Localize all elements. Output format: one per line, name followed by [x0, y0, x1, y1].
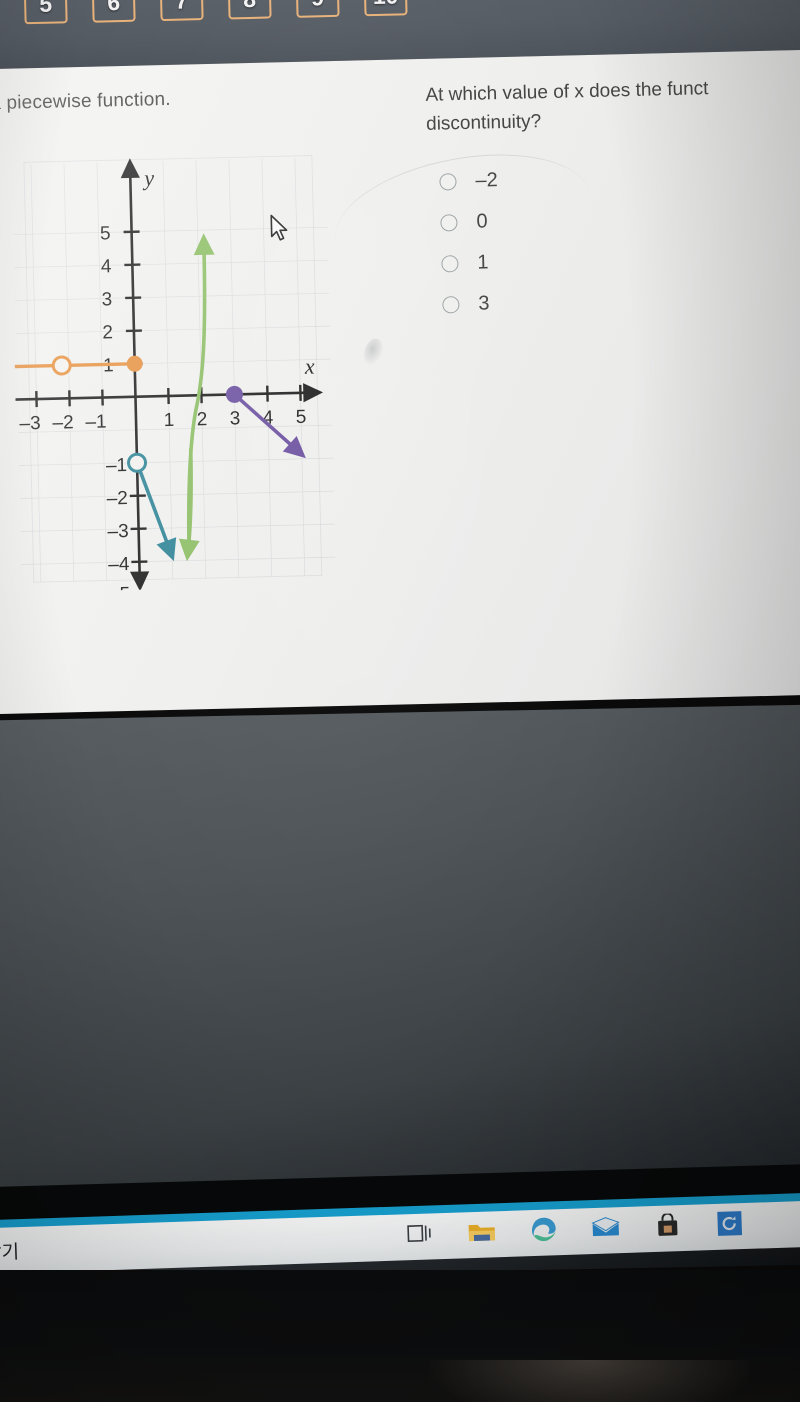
answer-option-label: 1 [477, 251, 489, 274]
store-icon[interactable] [651, 1209, 684, 1242]
radio-button-icon[interactable] [442, 295, 460, 314]
taskbar-icon-row [403, 1207, 746, 1250]
orange-piece [14, 355, 143, 376]
radio-button-icon[interactable] [440, 213, 458, 232]
question-column: At which value of x does the funct disco… [425, 72, 800, 326]
quiz-page: of a piecewise function. [0, 49, 800, 715]
x-axis-label: x [304, 354, 316, 379]
taskbar-search-text[interactable]: 찾기 [0, 1237, 20, 1265]
svg-text:5: 5 [100, 223, 111, 244]
y-axis-label: y [142, 165, 155, 190]
radio-button-icon[interactable] [441, 254, 459, 273]
answer-options-list: –2 0 1 3 [427, 152, 800, 325]
svg-text:1: 1 [164, 410, 175, 431]
fabric-highlight [430, 1360, 750, 1402]
svg-text:–1: –1 [85, 411, 107, 432]
svg-text:–4: –4 [108, 554, 130, 576]
graph-tick-labels: 5 4 3 2 1 –1 –2 –3 –4 –5 –3 –2 –1 1 [19, 223, 306, 593]
nav-number-6[interactable]: 6 [91, 0, 136, 23]
answer-option-label: 3 [478, 292, 490, 315]
nav-number-7[interactable]: 7 [159, 0, 204, 22]
nav-number-5[interactable]: 5 [23, 0, 68, 25]
svg-text:–5: –5 [109, 584, 131, 593]
question-number-nav[interactable]: 4 5 6 7 8 9 10 [0, 0, 408, 26]
question-stem-text: of a piecewise function. [0, 88, 172, 115]
piecewise-function-graph: 5 4 3 2 1 –1 –2 –3 –4 –5 –3 –2 –1 1 [10, 145, 338, 593]
nav-number-9[interactable]: 9 [295, 0, 340, 18]
svg-text:3: 3 [229, 408, 240, 429]
svg-text:–3: –3 [107, 521, 129, 542]
nav-number-8[interactable]: 8 [227, 0, 272, 20]
edge-icon[interactable] [527, 1213, 560, 1246]
svg-text:4: 4 [101, 256, 112, 277]
svg-text:2: 2 [196, 409, 207, 430]
svg-text:–1: –1 [106, 455, 128, 476]
task-view-icon[interactable] [403, 1217, 436, 1250]
mouse-cursor-icon [269, 214, 292, 245]
answer-option-label: –2 [475, 169, 498, 192]
teal-piece [127, 452, 177, 562]
svg-text:5: 5 [295, 407, 306, 428]
sync-icon[interactable] [713, 1207, 746, 1240]
answer-option-label: 0 [476, 210, 488, 233]
svg-text:–2: –2 [52, 412, 74, 433]
svg-text:–3: –3 [19, 413, 41, 434]
graph-ticks [35, 230, 302, 564]
file-explorer-icon[interactable] [465, 1215, 498, 1248]
svg-text:2: 2 [102, 322, 113, 343]
svg-text:–2: –2 [106, 488, 128, 509]
radio-button-icon[interactable] [439, 173, 457, 191]
svg-text:3: 3 [101, 289, 112, 310]
screen-smudge [360, 336, 387, 369]
mail-icon[interactable] [589, 1211, 622, 1244]
question-prompt: At which value of x does the funct disco… [425, 72, 800, 140]
photo-of-monitor: 4 5 6 7 8 9 10 of a piecewise function. [0, 0, 800, 1402]
green-piece [178, 233, 215, 562]
nav-number-10[interactable]: 10 [363, 0, 408, 17]
answer-option-4[interactable]: 3 [430, 275, 800, 325]
